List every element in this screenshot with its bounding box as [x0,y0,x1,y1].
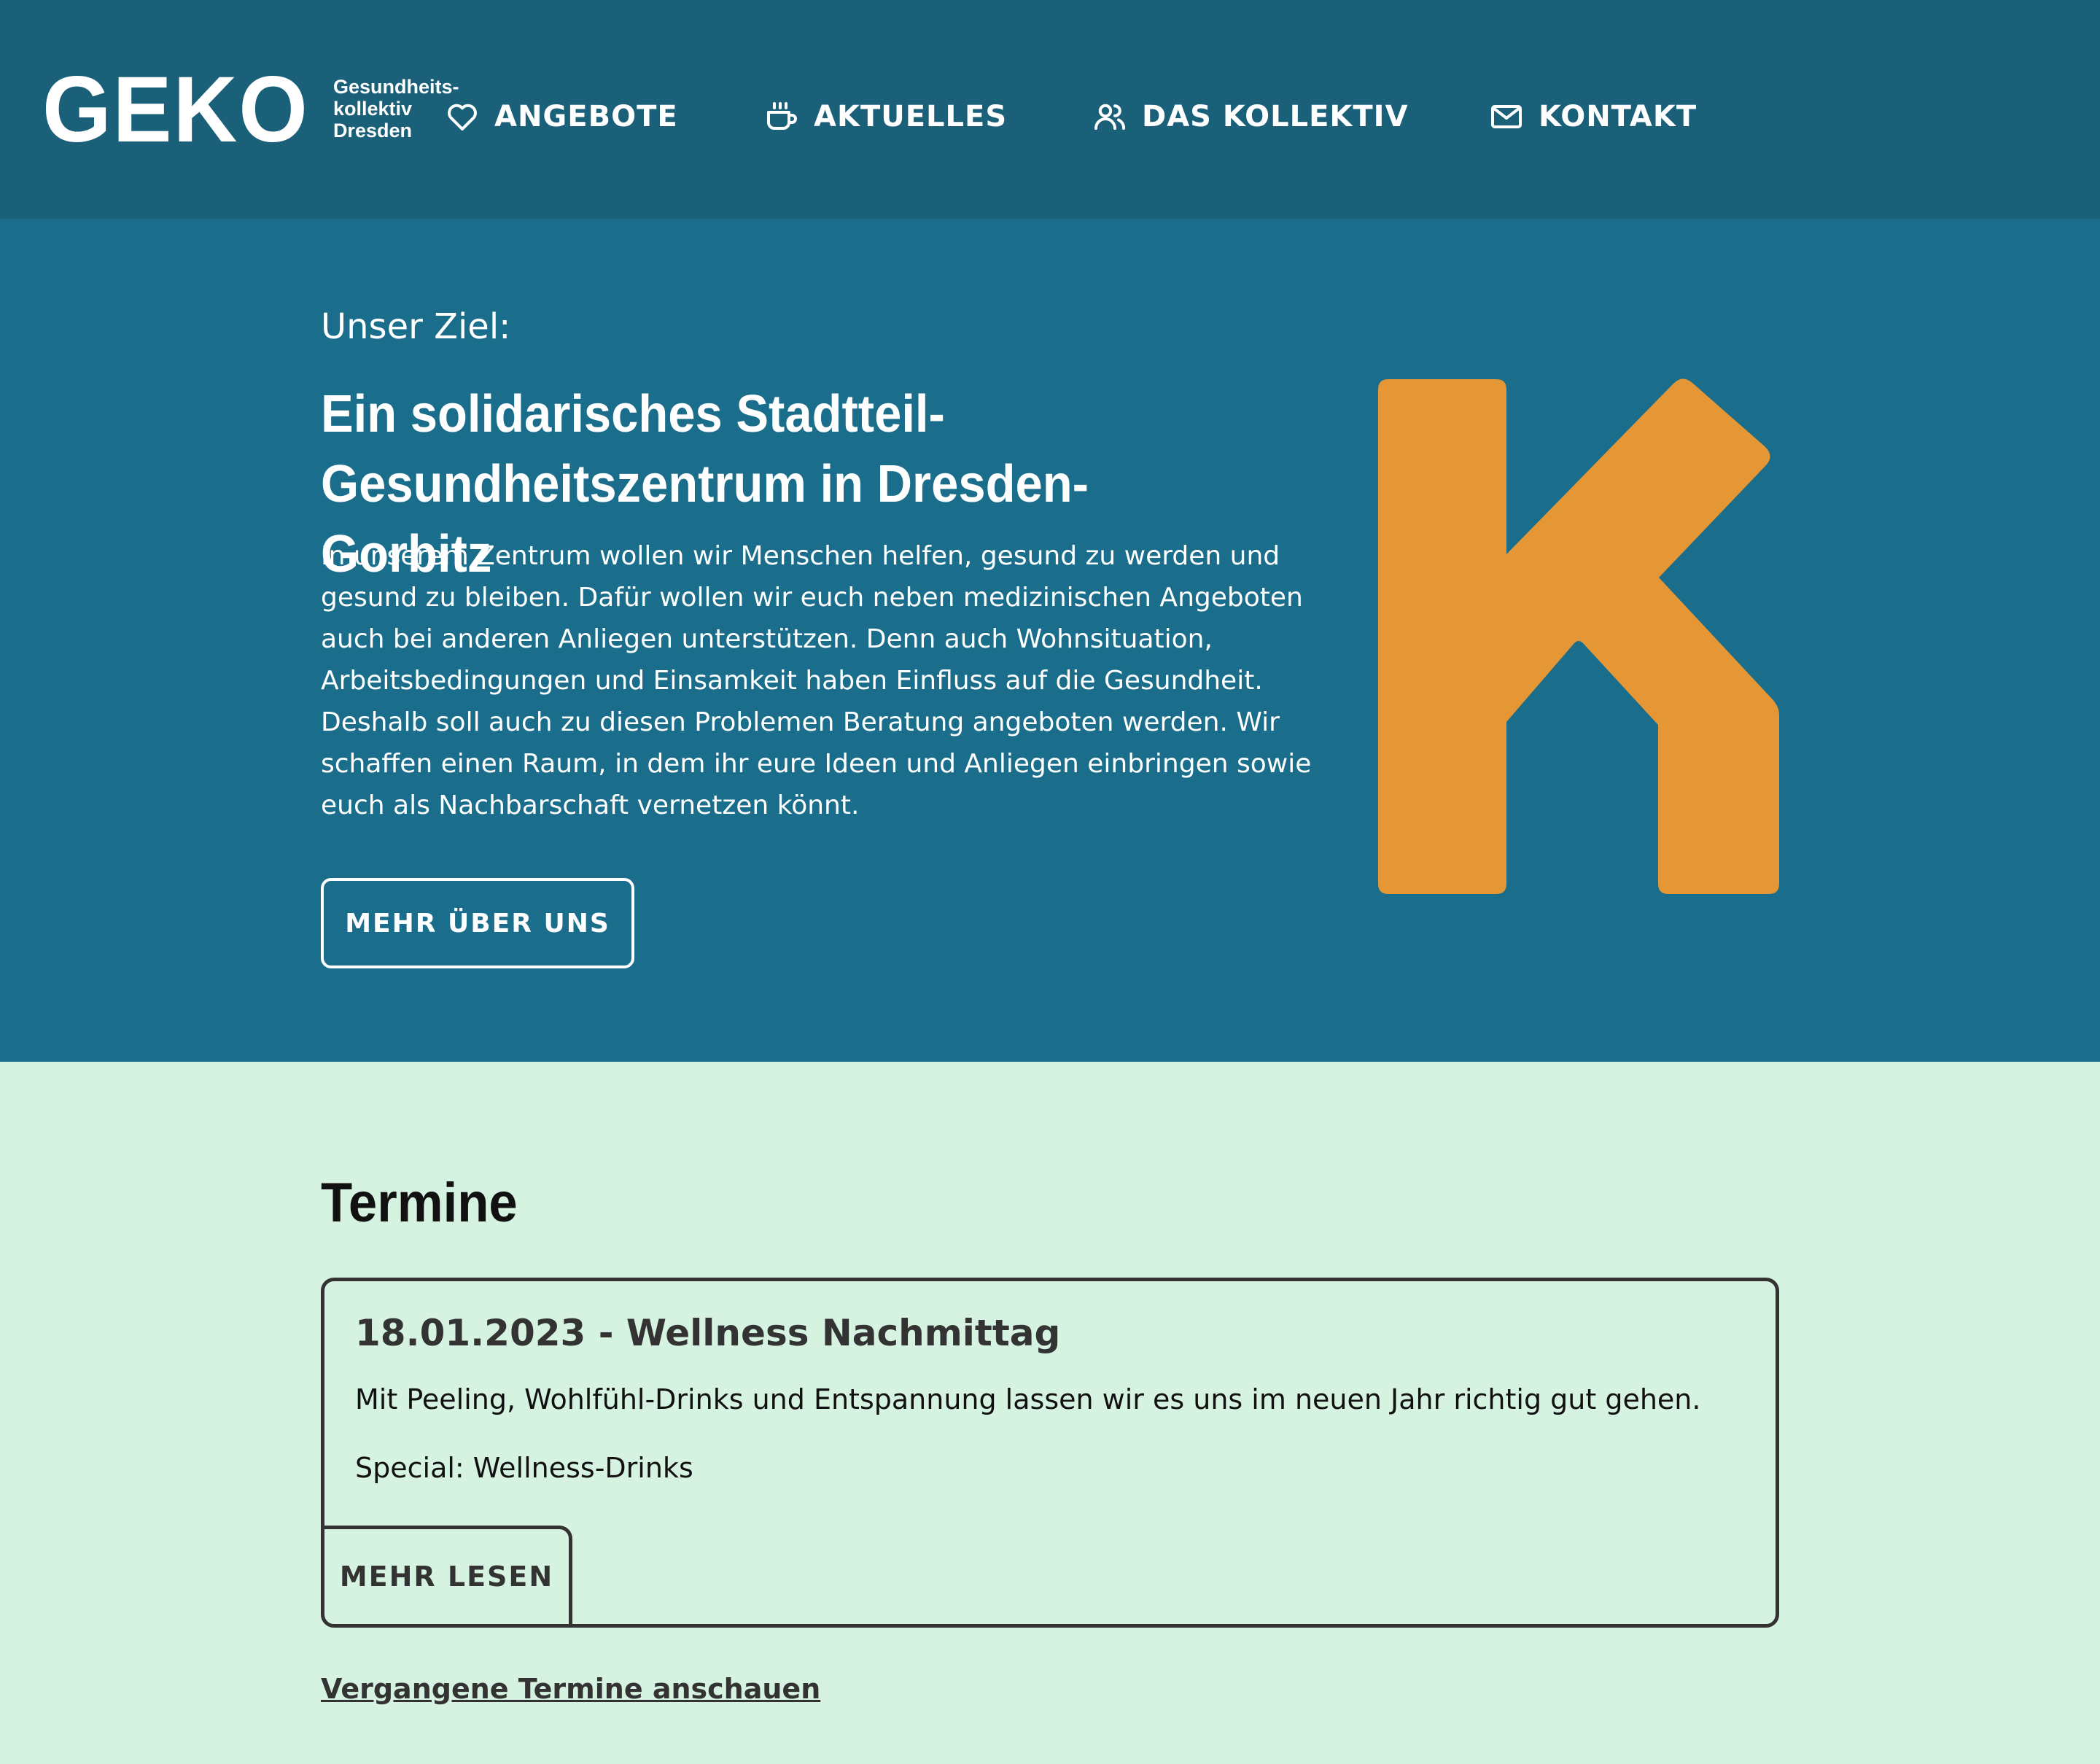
event-special: Special: Wellness-Drinks [355,1452,693,1484]
hero-section: Unser Ziel: Ein solidarisches Stadtteil-… [0,219,2100,1062]
mail-icon [1491,105,1522,128]
event-card: 18.01.2023 - Wellness Nachmittag Mit Pee… [321,1278,1779,1628]
events-section: Termine 18.01.2023 - Wellness Nachmittag… [0,1062,2100,1764]
nav-item-das-kollektiv[interactable]: DAS KOLLEKTIV [1092,93,1409,140]
k-shape [1378,378,1779,894]
nav-item-label: DAS KOLLEKTIV [1142,100,1409,133]
logo-subtitle: Gesundheits- kollektiv Dresden [333,76,459,141]
events-title: Termine [321,1172,518,1234]
users-icon [1094,104,1125,130]
read-more-button[interactable]: MEHR LESEN [324,1526,572,1624]
cup-icon [767,102,797,130]
nav-item-label: KONTAKT [1539,100,1698,133]
event-description: Mit Peeling, Wohlfühl-Drinks und Entspan… [355,1383,1701,1415]
nav-item-aktuelles[interactable]: AKTUELLES [764,93,1007,140]
nav-item-kontakt[interactable]: KONTAKT [1489,93,1697,140]
more-about-us-button[interactable]: MEHR ÜBER UNS [321,878,634,968]
hero-text: In unserem Zentrum wollen wir Menschen h… [321,541,1312,820]
heart-icon [448,104,477,131]
logo-subtitle-line: kollektiv [332,98,412,120]
nav-item-label: AKTUELLES [814,100,1008,133]
past-events-link[interactable]: Vergangene Termine anschauen [321,1673,820,1705]
logo-wordmark: GEKO [42,58,309,162]
nav-item-angebote[interactable]: ANGEBOTE [445,93,678,140]
logo-subtitle-line: Dresden [332,120,412,141]
nav-item-label: ANGEBOTE [494,100,678,133]
hero-kicker: Unser Ziel: [321,306,511,347]
k-logo-graphic [1378,378,1779,894]
hero-title-line: Ein solidarisches Stadtteil- [321,385,945,443]
site-logo[interactable]: GEKO Gesundheits- kollektiv Dresden [42,58,459,162]
logo-subtitle-line: Gesundheits- [332,76,459,98]
event-title: 18.01.2023 - Wellness Nachmittag [355,1312,1061,1354]
site-header: GEKO Gesundheits- kollektiv Dresden ANGE… [0,0,2100,219]
